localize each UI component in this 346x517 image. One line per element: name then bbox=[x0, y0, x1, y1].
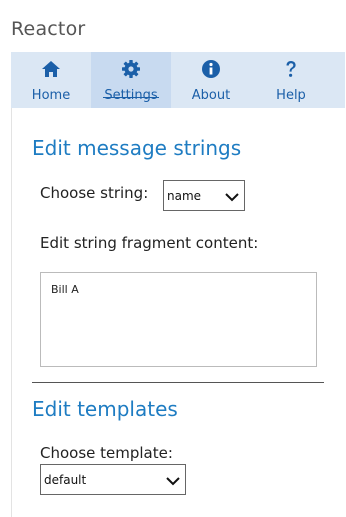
tab-home-label: Home bbox=[31, 88, 71, 103]
choose-template-label: Choose template: bbox=[40, 444, 173, 462]
fragment-content-textarea[interactable]: Bill A bbox=[40, 272, 317, 367]
choose-string-select[interactable]: name bbox=[163, 180, 245, 211]
tab-settings-label: Settings bbox=[104, 88, 158, 103]
edit-templates-heading: Edit templates bbox=[32, 397, 178, 421]
tab-help[interactable]: Help bbox=[251, 52, 331, 108]
settings-panel: Edit message strings Choose string: name… bbox=[11, 108, 346, 517]
info-icon bbox=[171, 58, 251, 84]
tab-bar: Home Settings About Help bbox=[11, 52, 345, 108]
chevron-down-icon bbox=[224, 191, 240, 201]
tab-settings[interactable]: Settings bbox=[91, 52, 171, 108]
section-divider bbox=[32, 382, 324, 383]
help-icon bbox=[251, 58, 331, 84]
fragment-content-value: Bill A bbox=[51, 283, 79, 296]
choose-template-value: default bbox=[44, 472, 87, 487]
choose-string-label: Choose string: bbox=[40, 184, 149, 202]
tab-home[interactable]: Home bbox=[11, 52, 91, 108]
home-icon bbox=[11, 58, 91, 84]
edit-message-strings-heading: Edit message strings bbox=[32, 136, 242, 160]
app-title: Reactor bbox=[11, 18, 86, 40]
tab-help-label: Help bbox=[276, 88, 306, 103]
chevron-down-icon bbox=[165, 475, 181, 485]
choose-string-value: name bbox=[167, 188, 202, 203]
tab-about-label: About bbox=[191, 88, 231, 103]
tab-about[interactable]: About bbox=[171, 52, 251, 108]
fragment-content-label: Edit string fragment content: bbox=[40, 234, 259, 252]
choose-template-select[interactable]: default bbox=[40, 464, 186, 495]
gear-icon bbox=[91, 58, 171, 84]
